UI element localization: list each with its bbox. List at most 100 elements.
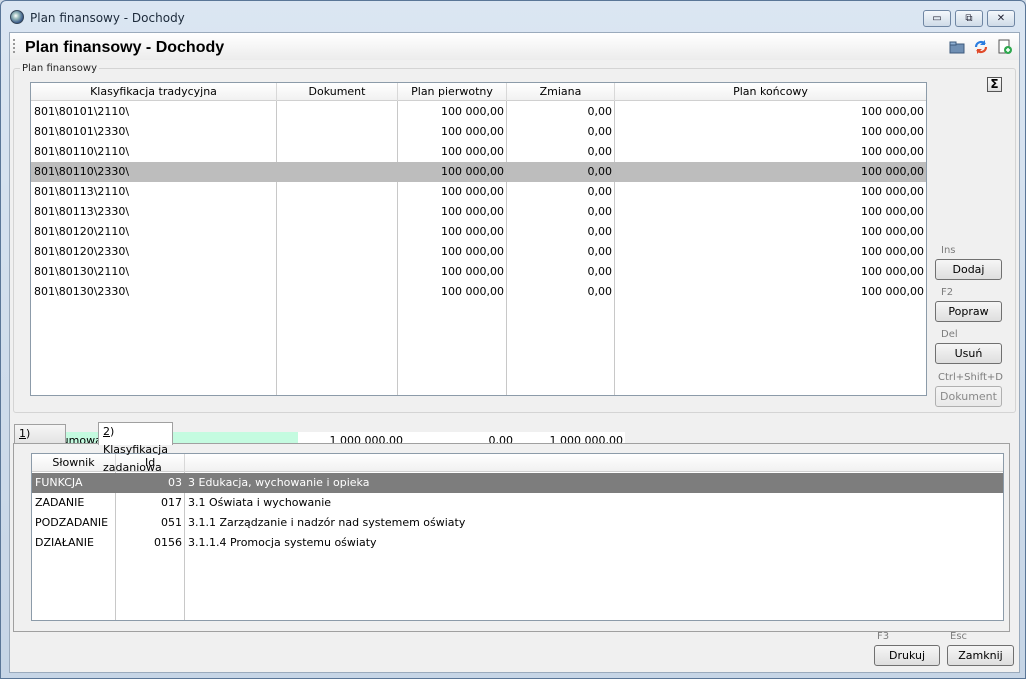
cell-plan-koncowy: 100 000,00 <box>861 165 924 178</box>
maximize-icon: ⧉ <box>965 13 973 24</box>
tab-hotkey: 2 <box>103 425 110 438</box>
cell-slownik: FUNKCJA <box>35 476 83 489</box>
cell-dokument <box>277 222 395 242</box>
cell-klasyfikacja: 801\80113\2110\ <box>34 185 130 198</box>
cell-klasyfikacja: 801\80101\2110\ <box>34 105 130 118</box>
cell-klasyfikacja: 801\80130\2110\ <box>34 265 130 278</box>
cell-plan-koncowy: 100 000,00 <box>861 285 924 298</box>
drukuj-shortcut: F3 <box>877 631 890 642</box>
tab-zmiana-planu[interactable]: 1) Zmiana planu <box>14 424 66 476</box>
cell-plan-pierwotny: 100 000,00 <box>441 205 504 218</box>
folder-icon[interactable] <box>949 39 965 55</box>
cell-dokument <box>277 162 395 182</box>
cell-klasyfikacja: 801\80110\2110\ <box>34 145 130 158</box>
table-row[interactable]: 801\80110\2330\ 100 000,00 0,00 100 000,00 <box>31 162 926 182</box>
minimize-button[interactable]: ▭ <box>923 10 951 27</box>
task-grid-header: Słownik Id <box>32 454 1003 472</box>
table-row[interactable]: 801\80101\2330\ 100 000,00 0,00 100 000,00 <box>31 122 926 142</box>
table-row[interactable]: 801\80120\2110\ 100 000,00 0,00 100 000,00 <box>31 222 926 242</box>
plan-grid-header: Klasyfikacja tradycyjna Dokument Plan pi… <box>31 83 926 101</box>
cell-dokument <box>277 102 395 122</box>
cell-slownik: DZIAŁANIE <box>35 536 94 549</box>
column-header-klasyfikacja[interactable]: Klasyfikacja tradycyjna <box>31 83 277 101</box>
cell-slownik: ZADANIE <box>35 496 85 509</box>
cell-id: 017 <box>161 496 182 509</box>
cell-klasyfikacja: 801\80130\2330\ <box>34 285 130 298</box>
cell-klasyfikacja: 801\80113\2330\ <box>34 205 130 218</box>
cell-plan-pierwotny: 100 000,00 <box>441 225 504 238</box>
cell-klasyfikacja: 801\80120\2110\ <box>34 225 130 238</box>
close-button[interactable]: ✕ <box>987 10 1015 27</box>
cell-dokument <box>277 262 395 282</box>
column-header-plan-koncowy[interactable]: Plan końcowy <box>615 83 926 101</box>
table-row[interactable]: 801\80101\2110\ 100 000,00 0,00 100 000,00 <box>31 102 926 122</box>
table-row[interactable]: 801\80120\2330\ 100 000,00 0,00 100 000,00 <box>31 242 926 262</box>
delete-button[interactable]: Usuń <box>935 343 1002 364</box>
document-button[interactable]: Dokument <box>935 386 1002 407</box>
table-row[interactable]: PODZADANIE 051 3.1.1 Zarządzanie i nadzór … <box>32 513 1003 533</box>
cell-plan-koncowy: 100 000,00 <box>861 245 924 258</box>
cell-plan-koncowy: 100 000,00 <box>861 125 924 138</box>
plan-group: Plan finansowy Klasyfikacja tradycyjna D… <box>13 63 1016 450</box>
cell-opis: 3.1.1.4 Promocja systemu oświaty <box>188 536 377 549</box>
cell-zmiana: 0,00 <box>587 125 613 138</box>
cell-slownik: PODZADANIE <box>35 516 109 529</box>
tab-klasyfikacja-zadaniowa[interactable]: 2) Klasyfikacja zadaniowa <box>98 422 173 474</box>
zamknij-shortcut: Esc <box>950 631 968 642</box>
cell-dokument <box>277 122 395 142</box>
app-icon <box>10 10 24 24</box>
print-button[interactable]: Drukuj <box>874 645 940 666</box>
cell-dokument <box>277 242 395 262</box>
plan-group-label: Plan finansowy <box>20 63 99 74</box>
cell-plan-pierwotny: 100 000,00 <box>441 105 504 118</box>
column-header-plan-pierwotny[interactable]: Plan pierwotny <box>398 83 507 101</box>
popraw-shortcut: F2 <box>941 287 954 298</box>
cell-dokument <box>277 282 395 302</box>
dokument-shortcut: Ctrl+Shift+D <box>938 372 1003 383</box>
cell-plan-koncowy: 100 000,00 <box>861 205 924 218</box>
table-row[interactable]: 801\80113\2110\ 100 000,00 0,00 100 000,00 <box>31 182 926 202</box>
table-row[interactable]: 801\80130\2330\ 100 000,00 0,00 100 000,00 <box>31 282 926 302</box>
cell-plan-pierwotny: 100 000,00 <box>441 245 504 258</box>
usun-shortcut: Del <box>941 329 958 340</box>
tab-panel-klasyfikacja: Słownik Id FUNKCJA033 Edukacja, wychowan… <box>13 443 1010 632</box>
cell-plan-pierwotny: 100 000,00 <box>441 145 504 158</box>
edit-button[interactable]: Popraw <box>935 301 1002 322</box>
cell-zmiana: 0,00 <box>587 265 613 278</box>
add-button[interactable]: Dodaj <box>935 259 1002 280</box>
cell-dokument <box>277 142 395 162</box>
table-row[interactable]: FUNKCJA 03 3 Edukacja, wychowanie i opieka <box>32 473 1003 493</box>
tab-label: ) Klasyfikacja zadaniowa <box>103 425 168 474</box>
close-window-button[interactable]: Zamknij <box>947 645 1014 666</box>
cell-klasyfikacja: 801\80110\2330\ <box>34 165 130 178</box>
table-row[interactable]: 801\80113\2330\ 100 000,00 0,00 100 000,00 <box>31 202 926 222</box>
table-row[interactable]: DZIAŁANIE 0156 3.1.1.4 Promocja systemu oś… <box>32 533 1003 553</box>
cell-zmiana: 0,00 <box>587 145 613 158</box>
cell-zmiana: 0,00 <box>587 225 613 238</box>
column-header-dokument[interactable]: Dokument <box>277 83 398 101</box>
dodaj-shortcut: Ins <box>941 245 956 256</box>
title-bar[interactable]: Plan finansowy - Dochody ▭ ⧉ ✕ <box>1 1 1025 31</box>
cell-opis: 3.1 Oświata i wychowanie <box>188 496 332 509</box>
export-icon[interactable] <box>997 39 1013 55</box>
task-grid[interactable]: Słownik Id FUNKCJA033 Edukacja, wychowan… <box>31 453 1004 621</box>
cell-plan-pierwotny: 100 000,00 <box>441 165 504 178</box>
cell-dokument <box>277 202 395 222</box>
cell-plan-koncowy: 100 000,00 <box>861 105 924 118</box>
table-row[interactable]: 801\80110\2110\ 100 000,00 0,00 100 000,00 <box>31 142 926 162</box>
cell-plan-pierwotny: 100 000,00 <box>441 285 504 298</box>
table-row[interactable]: ZADANIE 017 3.1 Oświata i wychowanie <box>32 493 1003 513</box>
maximize-button[interactable]: ⧉ <box>955 10 983 27</box>
cell-zmiana: 0,00 <box>587 105 613 118</box>
client-area: Plan finansowy - Dochody Plan finansowy <box>9 32 1020 673</box>
table-row[interactable]: 801\80130\2110\ 100 000,00 0,00 100 000,00 <box>31 262 926 282</box>
plan-grid[interactable]: Klasyfikacja tradycyjna Dokument Plan pi… <box>30 82 927 396</box>
refresh-icon[interactable] <box>973 39 989 55</box>
sum-toggle-button[interactable]: Σ <box>987 77 1002 92</box>
cell-zmiana: 0,00 <box>587 205 613 218</box>
column-header-zmiana[interactable]: Zmiana <box>507 83 615 101</box>
column-header-opis[interactable] <box>185 454 1003 472</box>
cell-opis: 3.1.1 Zarządzanie i nadzór nad systemem … <box>188 516 466 529</box>
page-title: Plan finansowy - Dochody <box>25 39 225 56</box>
cell-plan-koncowy: 100 000,00 <box>861 145 924 158</box>
